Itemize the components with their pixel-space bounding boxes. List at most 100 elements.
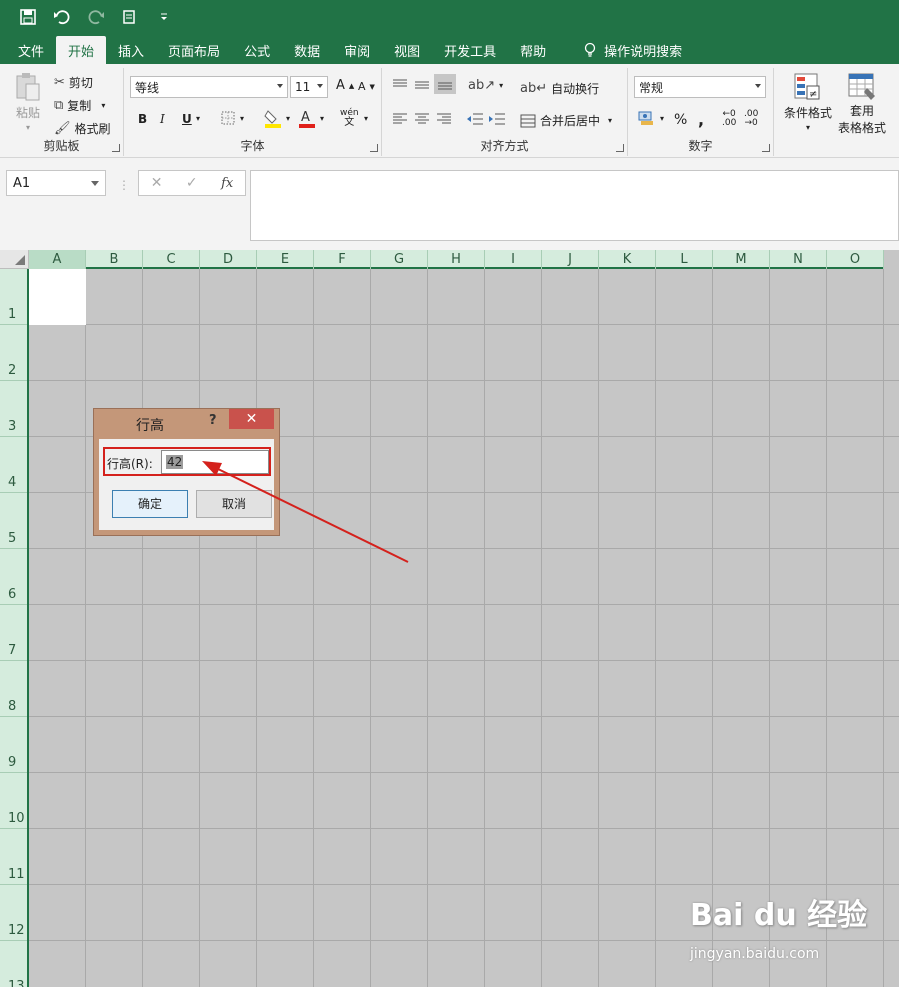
decrease-font-icon[interactable]: A ▼ (358, 80, 375, 93)
alignment-launcher-icon[interactable] (616, 144, 624, 152)
fill-color-icon[interactable]: ▾ (264, 108, 290, 128)
row-header[interactable]: 9 (0, 717, 27, 773)
column-header[interactable]: J (542, 250, 599, 269)
row-header[interactable]: 7 (0, 605, 27, 661)
select-all-corner[interactable] (0, 250, 29, 269)
align-center-icon[interactable] (414, 112, 430, 126)
wrap-text-button[interactable]: ab↵ 自动换行 (520, 80, 599, 97)
chevron-down-icon[interactable] (91, 181, 99, 186)
underline-button[interactable]: U (182, 112, 192, 126)
customize-icon[interactable] (150, 4, 178, 30)
column-header[interactable]: D (200, 250, 257, 269)
row-header[interactable]: 2 (0, 325, 27, 381)
tab-insert[interactable]: 插入 (106, 36, 156, 64)
row-header[interactable]: 8 (0, 661, 27, 717)
format-painter-button[interactable]: 🖌 格式刷 (54, 120, 111, 137)
bold-button[interactable]: B (138, 112, 147, 126)
font-launcher-icon[interactable] (370, 144, 378, 152)
column-header[interactable]: N (770, 250, 827, 269)
row-header[interactable]: 6 (0, 549, 27, 605)
italic-button[interactable]: I (160, 112, 165, 126)
align-bottom-icon[interactable] (434, 74, 456, 94)
decrease-decimal-icon[interactable]: .00 →0 (744, 110, 758, 128)
column-header[interactable]: F (314, 250, 371, 269)
cut-button[interactable]: ✂ 剪切 (54, 74, 93, 91)
comma-button[interactable]: , (698, 110, 704, 129)
row-header[interactable]: 11 (0, 829, 27, 885)
align-right-icon[interactable] (436, 112, 452, 126)
row-header[interactable]: 1 (0, 269, 27, 325)
name-box[interactable]: A1 (6, 170, 106, 196)
row-header[interactable]: 13 (0, 941, 27, 987)
column-header[interactable]: E (257, 250, 314, 269)
insert-function-icon[interactable]: fx (221, 176, 233, 191)
phonetic-icon[interactable]: wén 文 (340, 108, 359, 128)
tab-home[interactable]: 开始 (56, 36, 107, 64)
increase-decimal-icon[interactable]: ←0.00 (722, 110, 736, 128)
column-header[interactable]: C (143, 250, 200, 269)
font-size-combo[interactable]: 11 (290, 76, 328, 98)
tab-view[interactable]: 视图 (382, 36, 432, 64)
column-header[interactable]: K (599, 250, 656, 269)
column-header[interactable]: M (713, 250, 770, 269)
row-header[interactable]: 10 (0, 773, 27, 829)
close-icon[interactable]: ✕ (229, 409, 274, 429)
column-header[interactable]: H (428, 250, 485, 269)
column-header[interactable]: G (371, 250, 428, 269)
font-name-value: 等线 (135, 80, 160, 95)
cell-grid[interactable] (29, 269, 899, 987)
paste-button[interactable]: 粘贴 ▾ (14, 72, 42, 132)
tab-file[interactable]: 文件 (6, 36, 56, 64)
underline-dropdown-icon[interactable]: ▾ (196, 114, 200, 123)
align-top-icon[interactable] (392, 78, 408, 92)
accounting-format-icon[interactable]: ▾ (638, 110, 664, 126)
dialog-titlebar[interactable]: 行高 ? ✕ (94, 409, 279, 437)
column-header[interactable]: L (656, 250, 713, 269)
help-icon[interactable]: ? (209, 413, 217, 428)
tab-developer[interactable]: 开发工具 (432, 36, 508, 64)
font-name-combo[interactable]: 等线 (130, 76, 288, 98)
selected-cell-a1[interactable] (29, 269, 86, 325)
tab-help[interactable]: 帮助 (508, 36, 558, 64)
undo-icon[interactable] (48, 4, 76, 30)
clipboard-launcher-icon[interactable] (112, 144, 120, 152)
enter-icon[interactable]: ✓ (186, 175, 198, 191)
cancel-button[interactable]: 取消 (196, 490, 272, 518)
column-header[interactable]: I (485, 250, 542, 269)
ok-button[interactable]: 确定 (112, 490, 188, 518)
percent-button[interactable]: % (674, 112, 687, 128)
print-preview-icon[interactable] (116, 4, 144, 30)
orientation-icon[interactable]: ab↗ ▾ (468, 78, 503, 93)
row-header[interactable]: 5 (0, 493, 27, 549)
tab-review[interactable]: 审阅 (332, 36, 382, 64)
column-header[interactable]: O (827, 250, 884, 269)
decrease-indent-icon[interactable] (466, 112, 484, 126)
number-launcher-icon[interactable] (762, 144, 770, 152)
increase-indent-icon[interactable] (488, 112, 506, 126)
column-header[interactable]: A (29, 250, 86, 269)
format-as-table-button[interactable]: 套用 表格格式 (838, 72, 886, 136)
format-painter-label: 格式刷 (74, 122, 111, 136)
copy-button[interactable]: ⧉ 复制 ▾ (54, 97, 105, 114)
merge-center-button[interactable]: 合并后居中 ▾ (520, 112, 612, 129)
border-icon[interactable]: ▾ (220, 110, 244, 126)
save-icon[interactable] (14, 4, 42, 30)
conditional-format-button[interactable]: ≠ 条件格式 ▾ (784, 72, 832, 132)
align-left-icon[interactable] (392, 112, 408, 126)
row-header[interactable]: 3 (0, 381, 27, 437)
row-header[interactable]: 4 (0, 437, 27, 493)
align-middle-icon[interactable] (414, 78, 430, 92)
number-format-combo[interactable]: 常规 (634, 76, 766, 98)
tell-me-search[interactable]: 操作说明搜索 (572, 36, 694, 64)
increase-font-icon[interactable]: A ▲ (336, 78, 354, 93)
font-color-icon[interactable]: A ▾ (298, 108, 324, 128)
row-header[interactable]: 12 (0, 885, 27, 941)
tab-formulas[interactable]: 公式 (232, 36, 282, 64)
redo-icon[interactable] (82, 4, 110, 30)
tab-page-layout[interactable]: 页面布局 (156, 36, 232, 64)
tab-data[interactable]: 数据 (282, 36, 332, 64)
column-header[interactable]: B (86, 250, 143, 269)
formula-input[interactable] (250, 170, 899, 241)
cancel-icon[interactable]: ✕ (151, 175, 163, 191)
phonetic-dropdown-icon[interactable]: ▾ (364, 114, 368, 123)
